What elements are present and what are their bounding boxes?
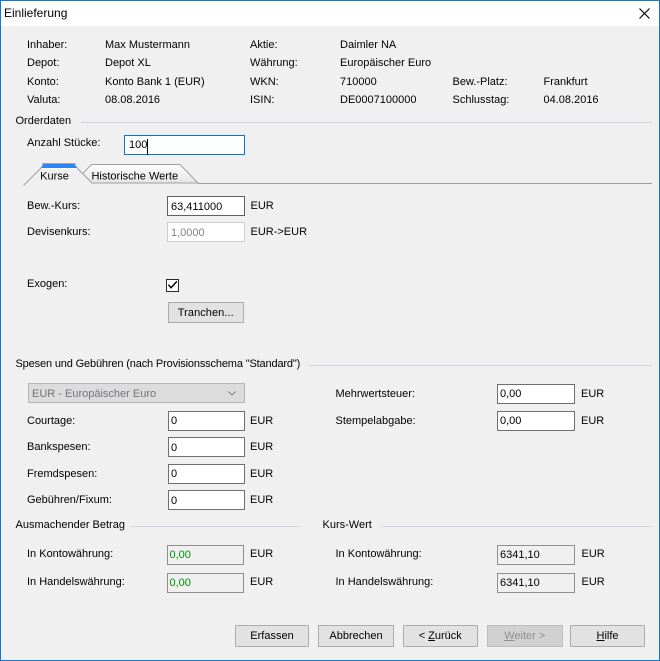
svg-text:Historische Werte: Historische Werte <box>91 171 178 183</box>
svg-text:Kurse: Kurse <box>40 171 69 183</box>
